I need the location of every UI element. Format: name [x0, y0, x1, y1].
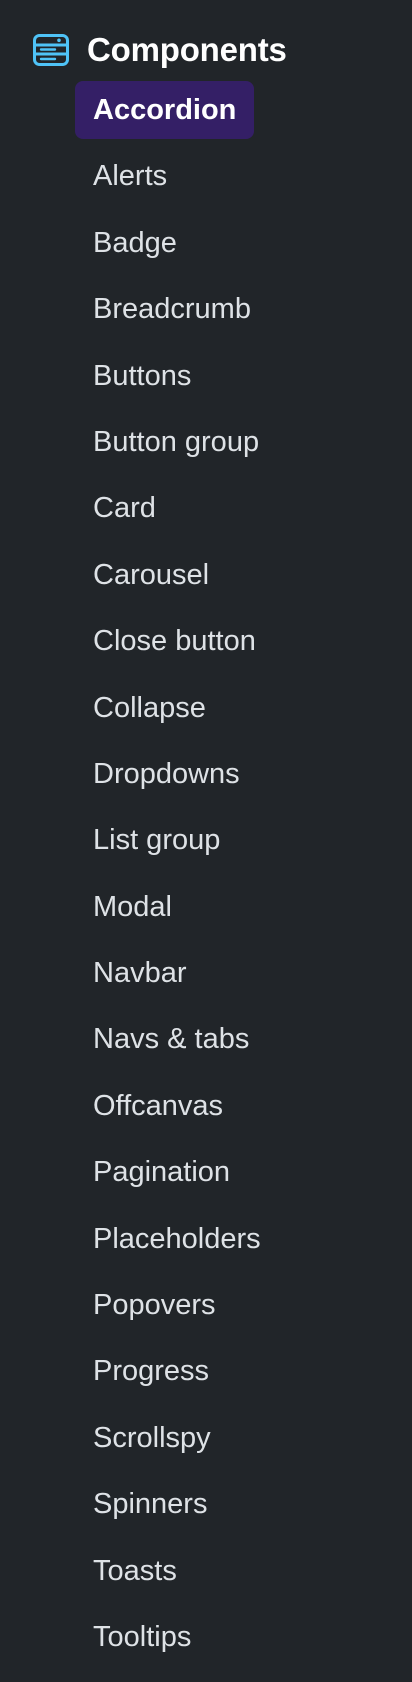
nav-item: Alerts [75, 147, 279, 213]
nav-link-toasts[interactable]: Toasts [75, 1542, 195, 1600]
nav-link-pagination[interactable]: Pagination [75, 1143, 248, 1201]
nav-link-navbar[interactable]: Navbar [75, 944, 205, 1002]
nav-item: Pagination [75, 1143, 279, 1209]
nav-link-spinners[interactable]: Spinners [75, 1475, 225, 1533]
nav-link-dropdowns[interactable]: Dropdowns [75, 745, 258, 803]
nav-item: Tooltips [75, 1608, 279, 1674]
nav-item: Badge [75, 214, 279, 280]
sidebar-nav: Components Accordion Alerts Badge Breadcrum… [0, 0, 412, 1682]
nav-link-list-group[interactable]: List group [75, 811, 238, 869]
section-header: Components [33, 28, 287, 72]
nav-item: Accordion [75, 81, 279, 147]
nav-link-progress[interactable]: Progress [75, 1342, 227, 1400]
nav-item: Placeholders [75, 1210, 279, 1276]
nav-link-badge[interactable]: Badge [75, 214, 195, 272]
nav-item: Modal [75, 878, 279, 944]
nav-item: Navbar [75, 944, 279, 1010]
nav-link-collapse[interactable]: Collapse [75, 679, 224, 737]
components-icon [33, 32, 69, 68]
nav-link-button-group[interactable]: Button group [75, 413, 277, 471]
nav-link-navs-and-tabs[interactable]: Navs & tabs [75, 1010, 267, 1068]
nav-link-close-button[interactable]: Close button [75, 612, 274, 670]
nav-item: Card [75, 479, 279, 545]
nav-item: Scrollspy [75, 1409, 279, 1475]
nav-link-breadcrumb[interactable]: Breadcrumb [75, 280, 269, 338]
nav-link-alerts[interactable]: Alerts [75, 147, 185, 205]
nav-item: Carousel [75, 546, 279, 612]
nav-item: Breadcrumb [75, 280, 279, 346]
nav-item: Popovers [75, 1276, 279, 1342]
nav-item: Toasts [75, 1542, 279, 1608]
nav-link-tooltips[interactable]: Tooltips [75, 1608, 209, 1666]
nav-item: Dropdowns [75, 745, 279, 811]
nav-item: Progress [75, 1342, 279, 1408]
nav-link-accordion[interactable]: Accordion [75, 81, 255, 139]
nav-link-modal[interactable]: Modal [75, 878, 190, 936]
nav-link-card[interactable]: Card [75, 479, 174, 537]
nav-link-scrollspy[interactable]: Scrollspy [75, 1409, 229, 1467]
components-nav-list: Accordion Alerts Badge Breadcrumb Buttons But… [75, 81, 279, 1674]
nav-link-placeholders[interactable]: Placeholders [75, 1210, 279, 1268]
nav-item: Button group [75, 413, 279, 479]
nav-link-popovers[interactable]: Popovers [75, 1276, 234, 1334]
nav-link-carousel[interactable]: Carousel [75, 546, 227, 604]
nav-item: Buttons [75, 347, 279, 413]
nav-item: Spinners [75, 1475, 279, 1541]
nav-item: Collapse [75, 679, 279, 745]
nav-link-buttons[interactable]: Buttons [75, 347, 209, 405]
nav-item: Navs & tabs [75, 1010, 279, 1076]
section-title: Components [87, 31, 287, 68]
nav-item: Offcanvas [75, 1077, 279, 1143]
nav-item: List group [75, 811, 279, 877]
nav-item: Close button [75, 612, 279, 678]
nav-link-offcanvas[interactable]: Offcanvas [75, 1077, 241, 1135]
